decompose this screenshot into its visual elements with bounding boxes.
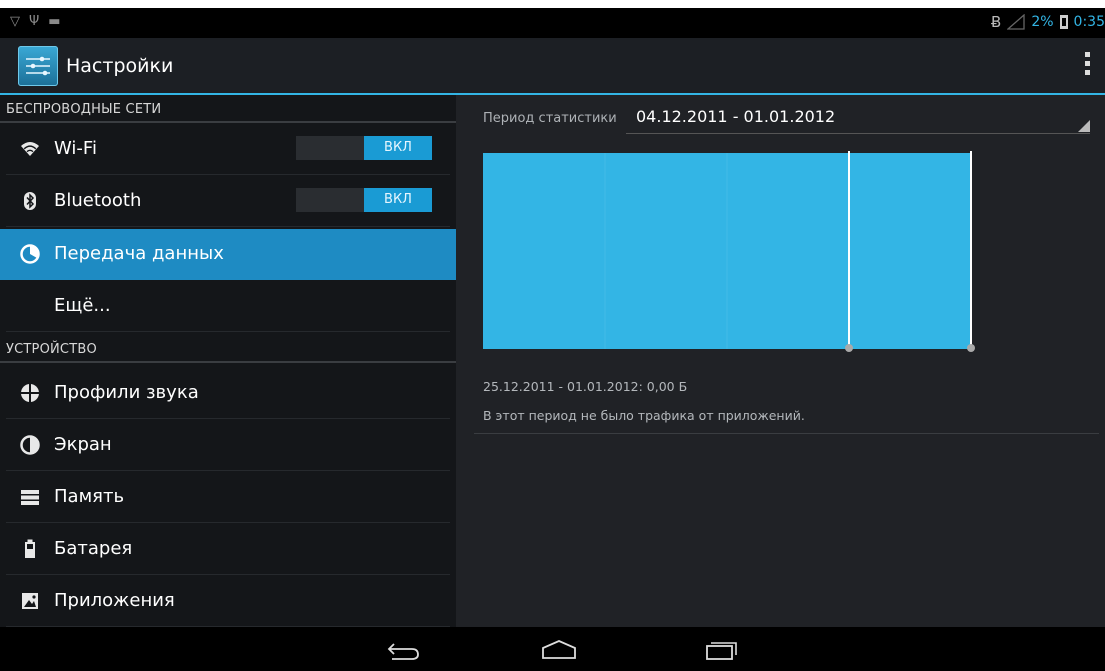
- sidebar-item-more[interactable]: Ещё...: [0, 281, 456, 332]
- sidebar-item-label: Передача данных: [54, 243, 224, 264]
- period-spinner-underline: [626, 133, 1090, 134]
- battery-icon: [25, 539, 35, 558]
- range-end-knob[interactable]: [967, 344, 975, 352]
- sidebar-item-label: Ещё...: [54, 295, 111, 316]
- bluetooth-icon: [24, 192, 36, 210]
- overflow-menu-icon[interactable]: [1085, 52, 1091, 78]
- storage-icon: [21, 490, 39, 505]
- sidebar-item-bluetooth[interactable]: Bluetooth ВКЛ: [0, 176, 456, 227]
- period-spinner-value[interactable]: 04.12.2011 - 01.01.2012: [636, 107, 835, 126]
- notification-icons: ▽ Ψ ▬: [10, 14, 61, 29]
- period-label: Период статистики: [483, 111, 617, 126]
- bluetooth-icon: Ƀ: [991, 13, 1002, 31]
- settings-sliders-icon[interactable]: [18, 46, 58, 86]
- battery-percent: 2%: [1031, 14, 1054, 30]
- data-usage-icon: [20, 244, 40, 264]
- range-start-knob[interactable]: [845, 344, 853, 352]
- sidebar-item-sound[interactable]: Профили звука: [0, 368, 456, 419]
- sidebar-item-label: Приложения: [54, 590, 175, 611]
- status-bar: ▽ Ψ ▬ Ƀ 2% 0:35: [0, 8, 1105, 38]
- section-header-device: УСТРОЙСТВО: [0, 335, 456, 363]
- sidebar-item-storage[interactable]: Память: [0, 472, 456, 523]
- sidebar-item-label: Bluetooth: [54, 190, 142, 211]
- home-icon[interactable]: [540, 639, 578, 661]
- spinner-arrow-icon[interactable]: [1078, 120, 1090, 132]
- usage-summary: 25.12.2011 - 01.01.2012: 0,00 Б: [483, 379, 688, 394]
- no-traffic-message: В этот период не было трафика от приложе…: [483, 408, 805, 423]
- android-icon: ▬: [48, 14, 61, 29]
- usage-chart: [483, 151, 975, 352]
- section-header-wireless: БЕСПРОВОДНЫЕ СЕТИ: [0, 95, 456, 123]
- display-icon: [20, 435, 40, 455]
- sidebar-item-label: Память: [54, 486, 125, 507]
- usb-icon: Ψ: [29, 14, 40, 29]
- wifi-icon: ▽: [10, 14, 20, 29]
- sidebar-item-wifi[interactable]: Wi-Fi ВКЛ: [0, 124, 456, 175]
- recent-apps-icon[interactable]: [701, 639, 741, 661]
- clock: 0:35: [1073, 14, 1105, 30]
- signal-icon: [1007, 14, 1025, 30]
- back-icon[interactable]: [384, 639, 424, 661]
- battery-charging-icon: [1059, 15, 1068, 29]
- wifi-toggle[interactable]: ВКЛ: [296, 136, 432, 160]
- navigation-bar: [0, 627, 1105, 671]
- sidebar-item-apps[interactable]: Приложения: [0, 576, 456, 627]
- system-icons: Ƀ 2% 0:35: [991, 13, 1105, 31]
- sound-icon: [21, 384, 39, 402]
- divider: [474, 433, 1099, 434]
- app-title: Настройки: [66, 55, 174, 77]
- bluetooth-toggle[interactable]: ВКЛ: [296, 188, 432, 212]
- sidebar-item-display[interactable]: Экран: [0, 420, 456, 471]
- cropped-caption: [0, 0, 1105, 8]
- settings-list: БЕСПРОВОДНЫЕ СЕТИ Wi-Fi ВКЛ Bluetooth ВК…: [0, 95, 456, 627]
- action-bar: Настройки: [0, 38, 1105, 95]
- sidebar-item-label: Wi-Fi: [54, 138, 97, 159]
- wifi-icon: [21, 142, 39, 156]
- sidebar-item-data-usage[interactable]: Передача данных: [0, 229, 456, 280]
- sidebar-item-label: Батарея: [54, 538, 133, 559]
- sidebar-item-battery[interactable]: Батарея: [0, 524, 456, 575]
- sidebar-item-label: Профили звука: [54, 382, 199, 403]
- sidebar-item-label: Экран: [54, 434, 112, 455]
- toggle-on-label: ВКЛ: [364, 136, 432, 160]
- data-usage-panel: Период статистики 04.12.2011 - 01.01.201…: [456, 95, 1105, 627]
- toggle-on-label: ВКЛ: [364, 188, 432, 212]
- apps-icon: [22, 593, 38, 609]
